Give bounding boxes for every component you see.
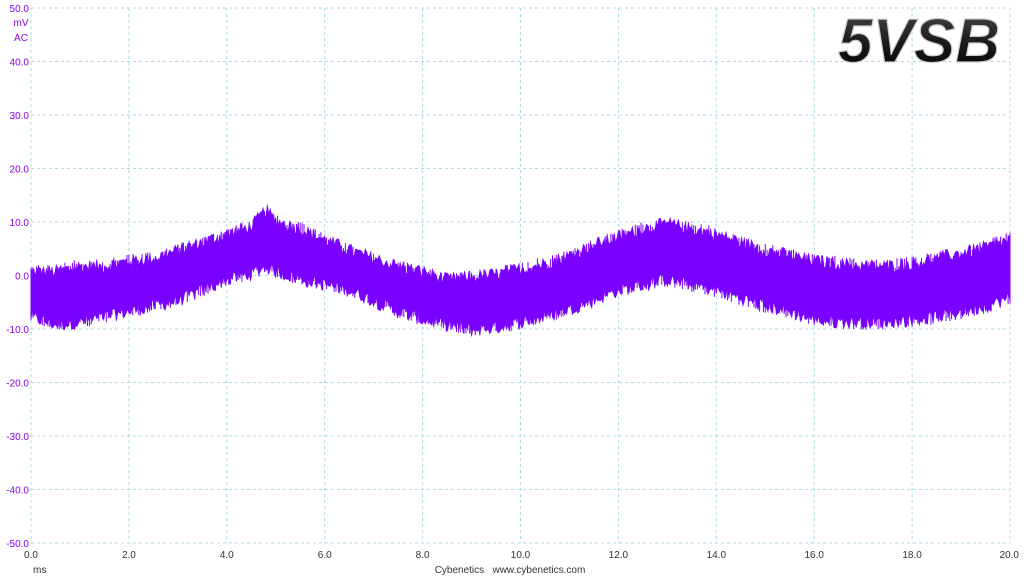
x-tick-label: 20.0 [1000,550,1020,561]
x-tick-label: 4.0 [220,550,234,561]
y-tick-label: -20.0 [6,379,29,390]
y-tick-label: 50.0 [10,4,30,15]
x-tick-label: 12.0 [609,550,629,561]
y-tick-label: 20.0 [10,165,30,176]
y-tick-label: 30.0 [10,111,30,122]
x-tick-label: 14.0 [707,550,727,561]
x-tick-label: 8.0 [416,550,430,561]
ripple-chart: 50.0 40.0 30.0 20.0 10.0 0.0 -10.0 -20.0 -30.0 -4… [0,0,1024,576]
y-tick-label: -30.0 [6,432,29,443]
y-tick-label: 10.0 [10,218,30,229]
chart-title: 5VSB [838,7,1000,76]
y-axis-unit-label: mV [14,18,29,29]
y-tick-label: 0.0 [15,272,29,283]
x-tick-label: 10.0 [511,550,531,561]
x-tick-label: 0.0 [24,550,38,561]
footer-credit: Cybenetics www.cybenetics.com [435,565,586,576]
y-tick-label: -50.0 [6,539,29,550]
y-axis-coupling-label: AC [14,33,28,44]
y-tick-label: -10.0 [6,325,29,336]
x-tick-label: 18.0 [902,550,922,561]
x-tick-label: 2.0 [122,550,136,561]
y-tick-label: -40.0 [6,486,29,497]
x-tick-label: 6.0 [318,550,332,561]
x-axis-unit-label: ms [33,565,46,576]
y-tick-label: 40.0 [10,58,30,69]
x-tick-label: 16.0 [804,550,824,561]
